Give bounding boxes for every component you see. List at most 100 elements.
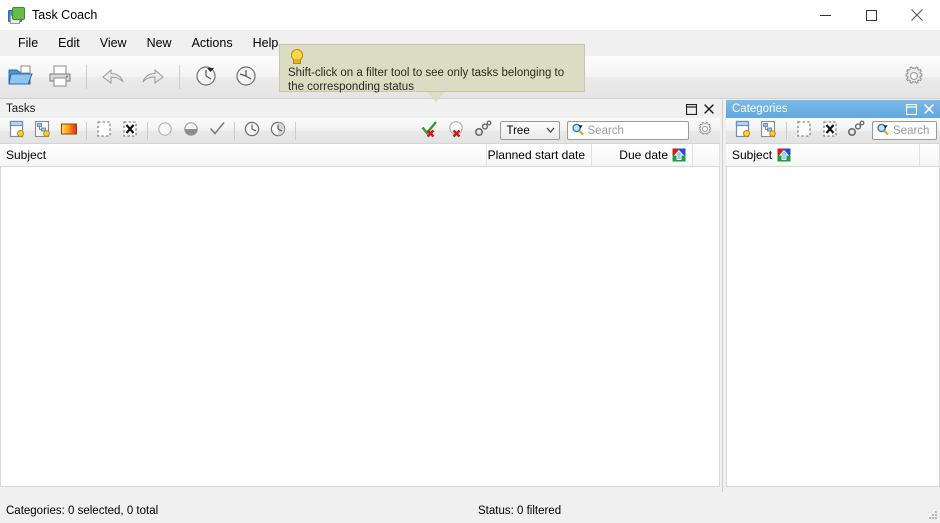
categories-list[interactable] <box>726 167 940 487</box>
lightbulb-icon <box>288 49 304 65</box>
edit-task-icon <box>60 120 78 141</box>
menu-view[interactable]: View <box>90 33 137 53</box>
tasks-panel: Tasks Tree Search Subject Planned start … <box>0 100 720 492</box>
filter-overdue-button[interactable] <box>240 119 264 143</box>
tasks-panel-float-button[interactable] <box>684 102 699 116</box>
column-header-extra[interactable] <box>693 144 720 166</box>
delete-x-icon <box>821 120 839 141</box>
column-label: Subject <box>6 148 47 162</box>
toolbar-separator <box>295 121 296 140</box>
categories-panel-float-button[interactable] <box>904 102 919 116</box>
chevron-down-icon <box>545 124 556 138</box>
dotted-square-icon <box>95 120 113 141</box>
tasks-panel-close-button[interactable] <box>701 102 716 116</box>
new-category-icon <box>734 120 752 141</box>
new-subcategory-icon <box>760 120 778 141</box>
column-header-subject[interactable]: Subject <box>726 144 920 166</box>
open-file-button[interactable] <box>2 59 38 95</box>
delete-task-button[interactable] <box>118 119 142 143</box>
toolbar-separator <box>786 121 787 140</box>
tooltip-text: Shift-click on a filter tool to see only… <box>288 67 565 93</box>
undo-arrow-icon <box>100 64 126 91</box>
tasks-panel-caption[interactable]: Tasks <box>0 100 720 118</box>
window-titlebar: Task Coach <box>0 0 940 30</box>
redo-button[interactable] <box>135 59 171 95</box>
menu-edit[interactable]: Edit <box>48 33 90 53</box>
new-task-button[interactable] <box>5 119 29 143</box>
mark-incomplete-button[interactable] <box>445 119 469 143</box>
new-task-icon <box>8 120 26 141</box>
green-check-red-x-icon <box>421 120 441 141</box>
start-tracking-button[interactable] <box>188 59 224 95</box>
column-header-subject[interactable]: Subject <box>0 144 487 166</box>
print-button[interactable] <box>42 59 78 95</box>
task-dependencies-button[interactable] <box>471 119 495 143</box>
maximize-button[interactable] <box>848 0 894 30</box>
redo-arrow-icon <box>140 64 166 91</box>
new-subcategory-button[interactable] <box>757 119 781 143</box>
new-category-button[interactable] <box>731 119 755 143</box>
categories-panel-title: Categories <box>732 103 788 115</box>
column-header-due-date[interactable]: Due date <box>592 144 693 166</box>
resize-grip-icon[interactable] <box>926 508 938 520</box>
clock-dropdown-icon <box>193 64 219 91</box>
filter-active-button[interactable] <box>179 119 203 143</box>
search-magnifier-icon <box>571 123 585 139</box>
categories-search-input[interactable]: Search <box>872 121 937 140</box>
categories-search-placeholder: Search <box>893 124 930 137</box>
menu-file[interactable]: File <box>8 33 48 53</box>
clock-icon <box>233 64 259 91</box>
clock-globe-icon <box>269 120 287 141</box>
status-filtered-text: Status: 0 filtered <box>478 505 562 517</box>
categories-panel: Categories Search Subject <box>726 100 940 492</box>
status-categories-text: Categories: 0 selected, 0 total <box>6 505 159 517</box>
edit-category-button[interactable] <box>792 119 816 143</box>
tasks-column-header: Subject Planned start date Due date <box>0 144 720 167</box>
tasks-list[interactable] <box>0 167 720 487</box>
toolbar-separator <box>179 65 180 89</box>
toolbar-separator <box>234 121 235 140</box>
category-links-button[interactable] <box>844 119 868 143</box>
panel-splitter[interactable] <box>720 100 725 492</box>
minimize-button[interactable] <box>802 0 848 30</box>
mark-complete-button[interactable] <box>419 119 443 143</box>
gear-icon <box>903 65 925 90</box>
preferences-button[interactable] <box>896 59 932 95</box>
column-header-planned-start-date[interactable]: Planned start date <box>487 144 592 166</box>
filter-inactive-button[interactable] <box>153 119 177 143</box>
view-mode-select[interactable]: Tree <box>499 121 560 140</box>
undo-button[interactable] <box>95 59 131 95</box>
categories-panel-caption[interactable]: Categories <box>726 100 940 118</box>
mark-inactive-button[interactable] <box>92 119 116 143</box>
categories-panel-close-button[interactable] <box>921 102 936 116</box>
open-folder-icon <box>7 64 33 91</box>
chain-link-icon <box>846 120 866 141</box>
filter-completed-button[interactable] <box>205 119 229 143</box>
delete-category-button[interactable] <box>818 119 842 143</box>
view-mode-value: Tree <box>506 124 530 137</box>
stop-tracking-button[interactable] <box>228 59 264 95</box>
new-subtask-button[interactable] <box>31 119 55 143</box>
chain-link-icon <box>473 120 493 141</box>
filter-hint-tooltip: Shift-click on a filter tool to see only… <box>279 44 585 93</box>
tasks-panel-title: Tasks <box>6 103 36 115</box>
task-coach-icon <box>7 6 25 24</box>
column-header-extra[interactable] <box>920 144 940 166</box>
tasks-search-placeholder: Search <box>587 124 624 137</box>
task-viewer-settings-button[interactable] <box>693 119 717 143</box>
close-button[interactable] <box>894 0 940 30</box>
categories-column-header: Subject <box>726 144 940 167</box>
toolbar-separator <box>86 65 87 89</box>
sort-ascending-icon <box>672 148 686 162</box>
tasks-search-input[interactable]: Search <box>566 121 689 140</box>
checkmark-icon <box>208 120 226 141</box>
menu-new[interactable]: New <box>137 33 182 53</box>
filter-duesoon-button[interactable] <box>266 119 290 143</box>
tasks-toolbar: Tree Search <box>0 118 720 144</box>
clock-overdue-icon <box>243 120 261 141</box>
edit-task-button[interactable] <box>57 119 81 143</box>
categories-toolbar: Search <box>726 118 940 144</box>
sort-ascending-icon <box>777 148 791 162</box>
menu-actions[interactable]: Actions <box>182 33 243 53</box>
printer-icon <box>47 64 73 91</box>
